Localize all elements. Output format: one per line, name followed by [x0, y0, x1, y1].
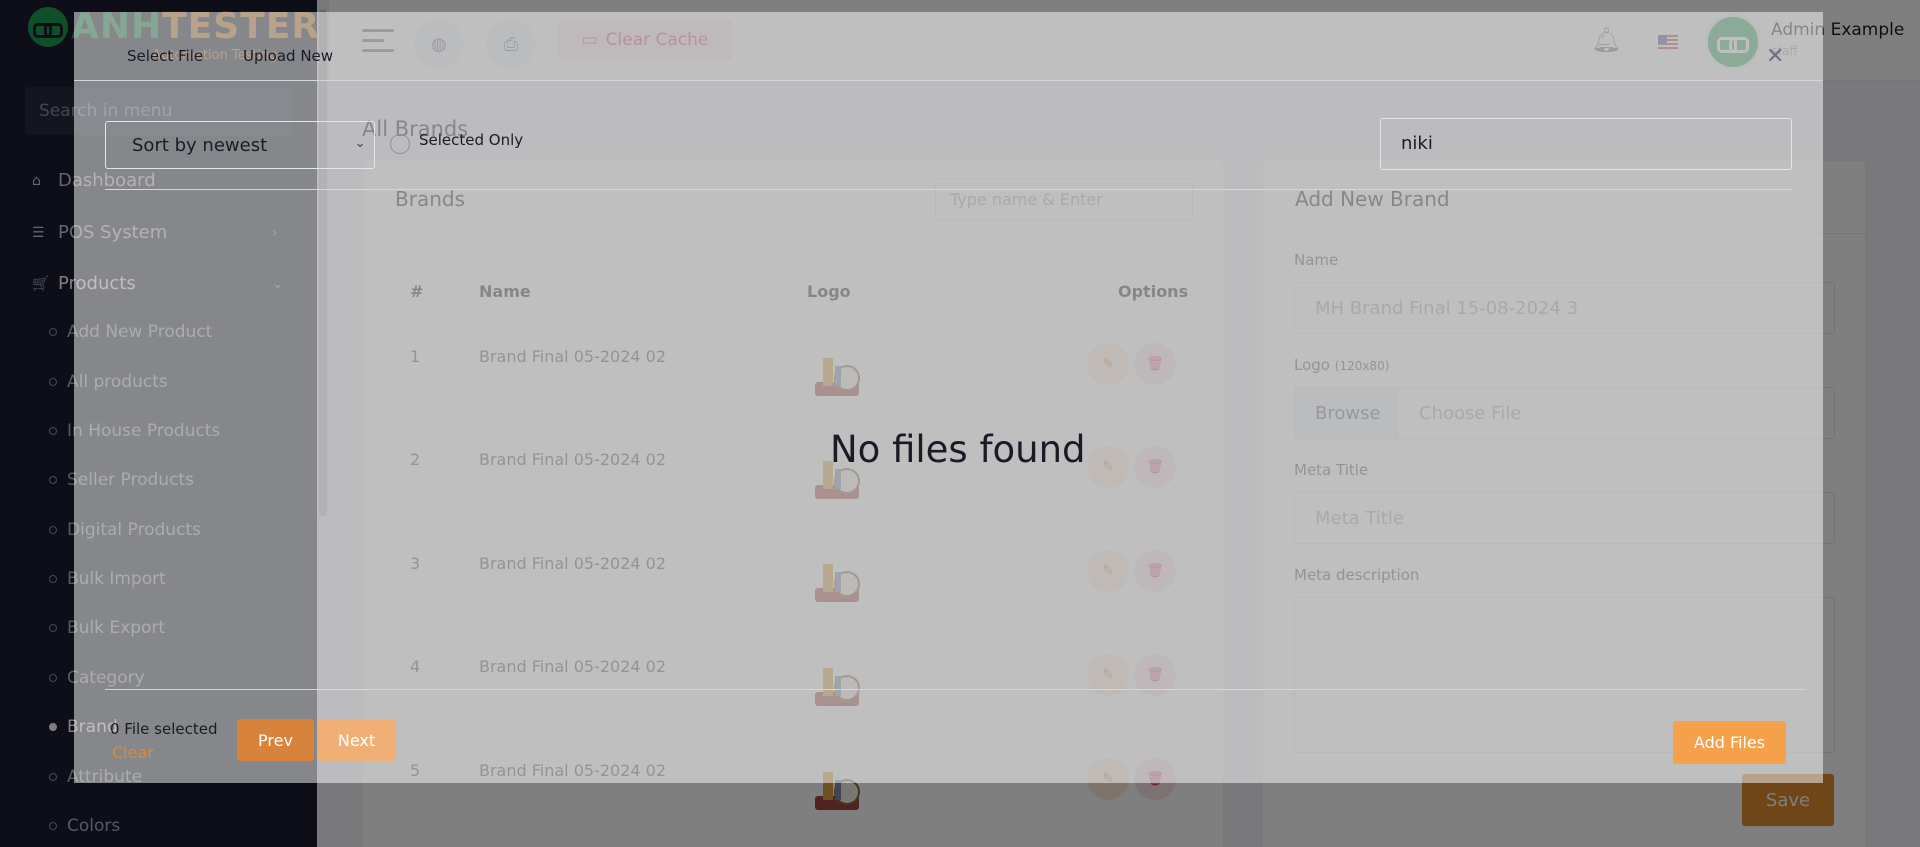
toolbar-divider	[105, 189, 1792, 190]
sort-select-value: Sort by newest	[132, 135, 268, 156]
prev-button[interactable]: Prev	[237, 719, 314, 761]
footer-divider	[105, 689, 1805, 690]
add-files-button[interactable]: Add Files	[1673, 721, 1786, 764]
close-icon[interactable]: ✕	[1766, 44, 1784, 69]
tab-select-file[interactable]: Select File	[127, 47, 203, 67]
clear-selection-link[interactable]: Clear	[112, 743, 154, 762]
modal-header-divider	[74, 80, 1823, 81]
selected-only-radio[interactable]	[390, 134, 410, 154]
tab-upload-new[interactable]: Upload New	[243, 47, 333, 65]
empty-state-text: No files found	[830, 428, 1086, 471]
sort-select[interactable]: Sort by newest ⌄	[105, 121, 375, 169]
next-button[interactable]: Next	[318, 719, 395, 761]
files-selected-count: 0 File selected	[110, 720, 218, 738]
chevron-down-icon: ⌄	[354, 135, 366, 151]
file-search-input[interactable]: niki	[1380, 118, 1792, 170]
selected-only-label: Selected Only	[419, 131, 524, 149]
